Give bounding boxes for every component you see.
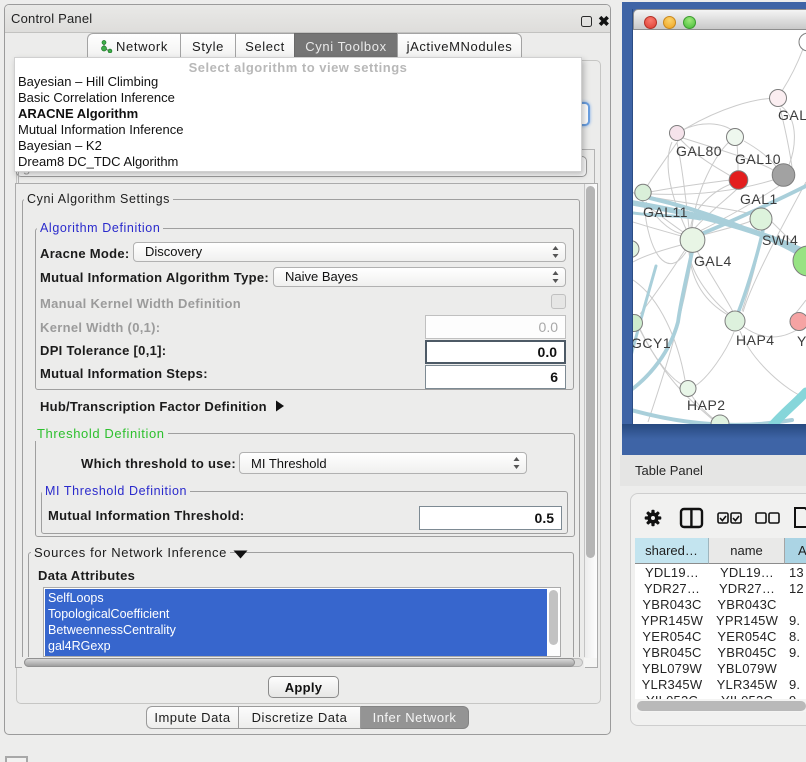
svg-text:GAL10: GAL10 <box>735 151 781 167</box>
svg-text:GAL11: GAL11 <box>643 204 688 220</box>
svg-text:HAP4: HAP4 <box>736 332 775 348</box>
svg-text:GAL80: GAL80 <box>676 143 722 159</box>
svg-text:GAL1: GAL1 <box>740 191 778 207</box>
svg-text:GAL4: GAL4 <box>694 253 732 269</box>
svg-text:HAP2: HAP2 <box>687 397 726 413</box>
svg-text:GAL7: GAL7 <box>778 107 806 123</box>
svg-text:SWI4: SWI4 <box>762 232 798 248</box>
svg-text:Y: Y <box>797 333 806 349</box>
svg-text:GCY1: GCY1 <box>633 335 671 351</box>
